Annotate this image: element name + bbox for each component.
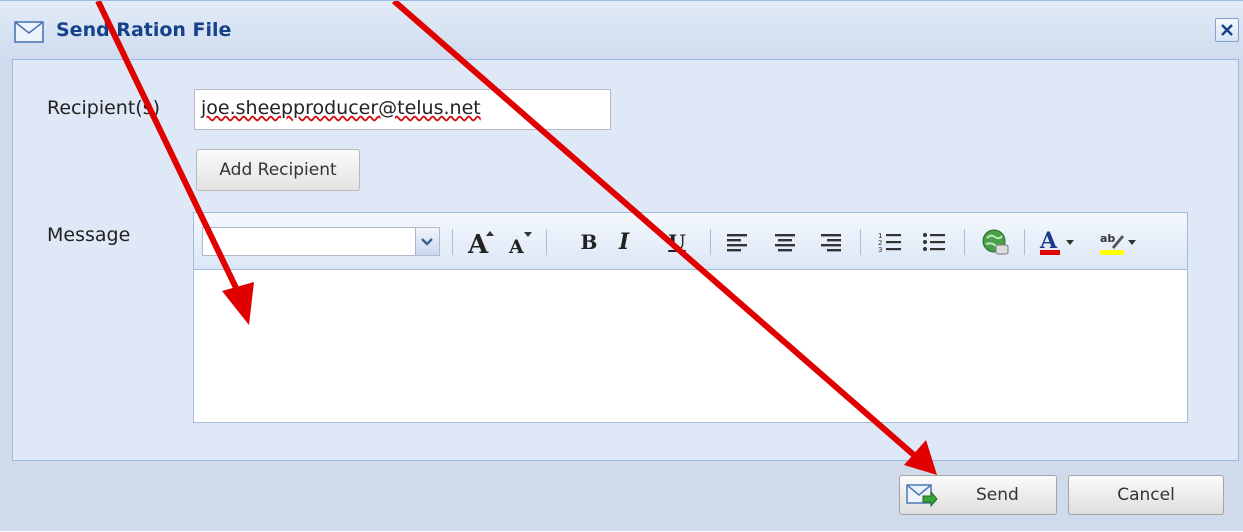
add-recipient-button[interactable]: Add Recipient	[196, 149, 360, 191]
ordered-list-button[interactable]: 1 2 3	[876, 227, 904, 257]
unordered-list-button[interactable]	[920, 227, 948, 257]
toolbar-separator	[452, 229, 453, 255]
send-ration-file-dialog: Send Ration File Recipient(s) joe.sheepp…	[0, 0, 1243, 531]
unordered-list-icon	[923, 233, 945, 251]
cancel-button[interactable]: Cancel	[1068, 475, 1224, 515]
message-editor: A A B I U 1 2 3 A ab	[193, 212, 1188, 423]
font-family-select[interactable]	[202, 227, 440, 256]
dialog-title: Send Ration File	[56, 19, 232, 41]
align-left-icon	[727, 234, 747, 252]
grow-font-button[interactable]: A	[466, 227, 500, 257]
align-center-button[interactable]	[772, 227, 798, 257]
svg-text:3: 3	[878, 246, 882, 254]
svg-text:A: A	[508, 236, 524, 257]
close-icon	[1221, 24, 1233, 36]
editor-toolbar: A A B I U 1 2 3 A ab	[194, 213, 1187, 270]
font-color-button[interactable]: A	[1038, 227, 1078, 257]
send-button[interactable]: Send	[899, 475, 1057, 515]
grow-font-icon: A	[467, 230, 494, 257]
font-color-icon: A	[1039, 228, 1074, 255]
italic-button[interactable]: I	[614, 227, 634, 257]
underline-icon: U	[668, 230, 686, 254]
insert-link-button[interactable]	[980, 227, 1010, 257]
toolbar-separator	[1024, 229, 1025, 255]
font-select-trigger[interactable]	[415, 228, 439, 255]
toolbar-separator	[860, 229, 861, 255]
highlight-color-button[interactable]: ab	[1098, 227, 1140, 257]
toolbar-separator	[964, 229, 965, 255]
recipients-label: Recipient(s)	[47, 97, 161, 119]
shrink-font-icon: A	[508, 232, 532, 257]
toolbar-separator	[710, 229, 711, 255]
recipients-input[interactable]: joe.sheepproducer@telus.net	[194, 89, 611, 130]
align-left-button[interactable]	[724, 227, 750, 257]
ordered-list-icon: 1 2 3	[878, 232, 901, 254]
message-textarea[interactable]	[194, 270, 1187, 422]
bold-button[interactable]: B	[579, 227, 599, 257]
toolbar-separator	[546, 229, 547, 255]
send-button-label: Send	[976, 485, 1019, 505]
align-right-button[interactable]	[818, 227, 844, 257]
underline-button[interactable]: U	[666, 227, 688, 257]
close-button[interactable]	[1215, 18, 1239, 42]
bold-icon: B	[580, 230, 598, 254]
align-right-icon	[821, 234, 841, 252]
italic-icon: I	[618, 229, 630, 255]
message-label: Message	[47, 224, 131, 246]
svg-text:A: A	[467, 230, 489, 257]
envelope-icon	[14, 21, 44, 43]
chevron-down-icon	[421, 238, 433, 246]
cancel-button-label: Cancel	[1117, 485, 1175, 505]
title-bar[interactable]: Send Ration File	[0, 1, 1243, 59]
shrink-font-button[interactable]: A	[506, 227, 536, 257]
svg-text:ab: ab	[1100, 232, 1115, 245]
send-mail-icon	[906, 484, 938, 508]
align-center-icon	[775, 234, 795, 252]
highlight-color-icon: ab	[1100, 232, 1136, 255]
insert-link-icon	[982, 229, 1009, 255]
